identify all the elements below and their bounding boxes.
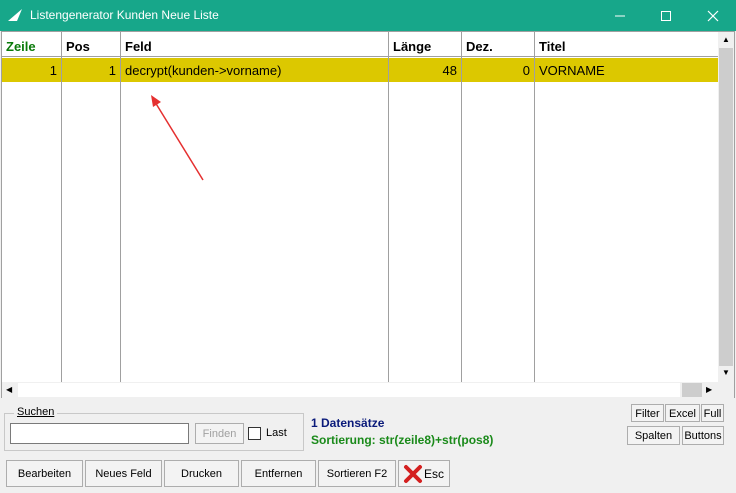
esc-button[interactable]: Esc <box>398 460 450 487</box>
data-grid[interactable]: Zeile Pos Feld Länge Dez. Titel 1 1 decr… <box>1 31 735 398</box>
column-dez <box>462 32 535 384</box>
cell-laenge: 48 <box>389 58 462 82</box>
column-laenge <box>389 32 462 384</box>
scroll-left-icon[interactable]: ◀ <box>6 385 12 394</box>
scroll-up-icon[interactable]: ▲ <box>722 35 730 44</box>
cell-pos: 1 <box>62 58 121 82</box>
column-titel <box>535 32 718 384</box>
bearbeiten-button[interactable]: Bearbeiten <box>6 460 83 487</box>
neues-feld-button[interactable]: Neues Feld <box>85 460 162 487</box>
cell-dez: 0 <box>462 58 535 82</box>
cell-zeile: 1 <box>2 58 62 82</box>
annotation-arrow-icon <box>151 95 204 181</box>
header-dez[interactable]: Dez. <box>462 33 535 57</box>
header-pos[interactable]: Pos <box>62 33 121 57</box>
maximize-icon <box>661 11 671 21</box>
column-pos <box>62 32 121 384</box>
column-feld <box>121 32 389 384</box>
horizontal-scrollbar[interactable]: ◀ ▶ <box>2 382 734 398</box>
last-checkbox[interactable] <box>248 427 261 440</box>
sort-status: Sortierung: str(zeile8)+str(pos8) <box>311 433 494 447</box>
filter-button[interactable]: Filter <box>631 404 664 422</box>
minimize-icon <box>615 15 625 17</box>
header-feld[interactable]: Feld <box>121 33 389 57</box>
excel-button[interactable]: Excel <box>665 404 700 422</box>
record-count: 1 Datensätze <box>311 416 385 430</box>
scroll-right-icon[interactable]: ▶ <box>706 385 712 394</box>
search-legend: Suchen <box>14 406 58 418</box>
full-button[interactable]: Full <box>701 404 724 422</box>
drucken-button[interactable]: Drucken <box>164 460 239 487</box>
spalten-button[interactable]: Spalten <box>627 426 680 445</box>
window-title: Listengenerator Kunden Neue Liste <box>30 8 219 22</box>
minimize-button[interactable] <box>597 0 643 31</box>
cell-feld: decrypt(kunden->vorname) <box>121 58 389 82</box>
close-button[interactable] <box>690 0 736 31</box>
esc-label: Esc <box>424 467 445 481</box>
last-checkbox-label: Last <box>266 427 287 439</box>
horizontal-scroll-track[interactable] <box>18 383 680 397</box>
maximize-button[interactable] <box>643 0 689 31</box>
header-laenge[interactable]: Länge <box>389 33 462 57</box>
x-icon <box>404 465 422 483</box>
header-zeile[interactable]: Zeile <box>2 33 62 57</box>
entfernen-button[interactable]: Entfernen <box>241 460 316 487</box>
column-zeile <box>2 32 62 384</box>
header-titel[interactable]: Titel <box>535 33 718 57</box>
close-icon <box>707 10 719 22</box>
sortieren-button[interactable]: Sortieren F2 <box>318 460 396 487</box>
buttons-button[interactable]: Buttons <box>682 426 724 445</box>
scroll-down-icon[interactable]: ▼ <box>722 368 730 377</box>
find-button[interactable]: Finden <box>195 423 244 444</box>
cell-titel: VORNAME <box>539 63 605 78</box>
horizontal-scroll-thumb[interactable] <box>682 383 702 397</box>
title-bar: Listengenerator Kunden Neue Liste <box>0 0 736 31</box>
search-input[interactable] <box>10 423 189 444</box>
vertical-scroll-thumb[interactable] <box>719 48 733 366</box>
vertical-scrollbar[interactable]: ▲ ▼ <box>718 32 734 382</box>
app-icon <box>8 9 22 21</box>
